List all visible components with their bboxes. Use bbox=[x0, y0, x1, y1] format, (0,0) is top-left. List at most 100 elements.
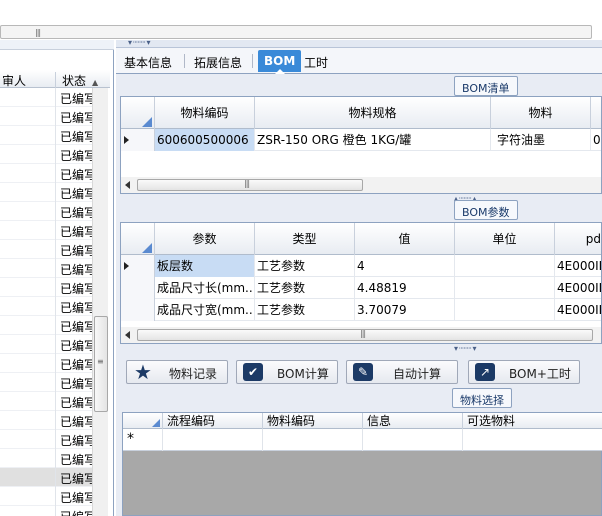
cell-status[interactable]: 已编写 bbox=[60, 432, 92, 449]
grid-corner[interactable] bbox=[123, 413, 163, 429]
column-header-optional-material[interactable]: 可选物料 bbox=[463, 413, 602, 429]
cell-reviewer[interactable] bbox=[0, 183, 56, 202]
cell-reviewer[interactable] bbox=[0, 278, 56, 297]
scrollbar-thumb[interactable]: ≡ bbox=[94, 316, 108, 412]
scrollbar-thumb[interactable]: ||| bbox=[137, 329, 593, 341]
cell-reviewer[interactable] bbox=[0, 373, 56, 392]
scroll-left-icon[interactable] bbox=[125, 331, 130, 339]
cell-status[interactable]: 已编写 bbox=[60, 185, 92, 202]
list-item[interactable]: 已编写 bbox=[0, 88, 92, 107]
table-row[interactable]: 成品尺寸宽(mm...工艺参数3.70079 4E000ILN bbox=[121, 299, 601, 321]
list-item[interactable]: 已编写 bbox=[0, 487, 92, 506]
cell-status[interactable]: 已编写 bbox=[60, 394, 92, 411]
cell-reviewer[interactable] bbox=[0, 126, 56, 145]
cell-reviewer[interactable] bbox=[0, 506, 56, 516]
cell-material-code[interactable] bbox=[263, 429, 363, 451]
cell-param[interactable]: 板层数 bbox=[155, 255, 255, 277]
top-splitter[interactable]: ▾ ········ ▾ bbox=[116, 38, 602, 48]
list-item[interactable]: 已编写 bbox=[0, 449, 92, 468]
column-header-material-code[interactable]: 物料编码 bbox=[263, 413, 363, 429]
cell-status[interactable]: 已编写 bbox=[60, 223, 92, 240]
cell-reviewer[interactable] bbox=[0, 221, 56, 240]
cell-reviewer[interactable] bbox=[0, 392, 56, 411]
cell-status[interactable]: 已编写 bbox=[60, 299, 92, 316]
grid-corner[interactable] bbox=[121, 97, 155, 129]
top-horizontal-scrollbar[interactable]: ||| bbox=[0, 25, 592, 39]
cell-reviewer[interactable] bbox=[0, 240, 56, 259]
cell-reviewer[interactable] bbox=[0, 259, 56, 278]
cell-info[interactable] bbox=[363, 429, 463, 451]
list-item[interactable]: 已编写 bbox=[0, 411, 92, 430]
column-header-info[interactable]: 信息 bbox=[363, 413, 463, 429]
column-header-reviewer[interactable]: 审人 bbox=[0, 72, 56, 88]
tab-bom[interactable]: BOM bbox=[258, 50, 302, 74]
cell-status[interactable]: 已编写 bbox=[60, 451, 92, 468]
list-item[interactable]: 已编写 bbox=[0, 221, 92, 240]
cell-value[interactable]: 4 bbox=[355, 255, 455, 277]
cell-status[interactable]: 已编写 bbox=[60, 261, 92, 278]
grid-corner[interactable] bbox=[121, 223, 155, 255]
list-item[interactable]: 已编写 bbox=[0, 316, 92, 335]
cell-unit[interactable] bbox=[455, 277, 555, 299]
table-row[interactable]: 成品尺寸长(mm...工艺参数4.48819 4E000ILN bbox=[121, 277, 601, 299]
cell-reviewer[interactable] bbox=[0, 449, 56, 468]
cell-reviewer[interactable] bbox=[0, 297, 56, 316]
cell-status[interactable]: 已编写 bbox=[60, 489, 92, 506]
cell-reviewer[interactable] bbox=[0, 335, 56, 354]
list-item[interactable]: 已编写 bbox=[0, 506, 92, 516]
list-item[interactable]: 已编写 bbox=[0, 107, 92, 126]
cell-status[interactable]: 已编写 bbox=[60, 166, 92, 183]
column-header-status[interactable]: 状态 ▲ bbox=[58, 72, 108, 88]
cell-reviewer[interactable] bbox=[0, 316, 56, 335]
cell-reviewer[interactable] bbox=[0, 88, 56, 107]
list-item[interactable]: 已编写 bbox=[0, 164, 92, 183]
bom-calc-button[interactable]: ✔ BOM计算 bbox=[236, 360, 338, 384]
table-row[interactable]: 600600500006 ZSR-150 ORG 橙色 1KG/罐 字符油墨 0… bbox=[121, 129, 601, 151]
cell-status[interactable]: 已编写 bbox=[60, 147, 92, 164]
cell-reviewer[interactable] bbox=[0, 202, 56, 221]
column-header-type[interactable]: 类型 bbox=[255, 223, 355, 255]
column-header-material-code[interactable]: 物料编码 bbox=[155, 97, 255, 129]
bom-params-hscrollbar[interactable]: ||| bbox=[121, 327, 601, 343]
cell-material-code[interactable]: 600600500006 bbox=[155, 129, 255, 151]
list-item[interactable]: 已编写 bbox=[0, 240, 92, 259]
cell-status[interactable]: 已编写 bbox=[60, 508, 92, 516]
cell-pd[interactable]: 4E000ILN bbox=[555, 299, 601, 321]
list-item[interactable]: 已编写 bbox=[0, 183, 92, 202]
tab-extended-info[interactable]: 拓展信息 bbox=[188, 50, 248, 72]
material-record-button[interactable]: ★ 物料记录 bbox=[126, 360, 228, 384]
column-header-process-code[interactable]: 流程编码 bbox=[163, 413, 263, 429]
cell-status[interactable]: 已编写 bbox=[60, 90, 92, 107]
row-indicator[interactable] bbox=[121, 277, 155, 299]
column-header-pd[interactable]: pd bbox=[555, 223, 601, 255]
cell-param[interactable]: 成品尺寸宽(mm... bbox=[155, 299, 255, 321]
tab-basic-info[interactable]: 基本信息 bbox=[118, 50, 178, 72]
row-indicator[interactable] bbox=[121, 299, 155, 321]
cell-process-code[interactable] bbox=[163, 429, 263, 451]
list-item[interactable]: 已编写 bbox=[0, 202, 92, 221]
row-indicator[interactable] bbox=[123, 429, 163, 451]
cell-type[interactable]: 工艺参数 bbox=[255, 255, 355, 277]
cell-status[interactable]: 已编写 bbox=[60, 204, 92, 221]
scroll-left-icon[interactable] bbox=[125, 181, 130, 189]
cell-param[interactable]: 成品尺寸长(mm... bbox=[155, 277, 255, 299]
cell-status[interactable]: 已编写 bbox=[60, 128, 92, 145]
cell-reviewer[interactable] bbox=[0, 107, 56, 126]
cell-unit[interactable] bbox=[455, 255, 555, 277]
column-header-unit[interactable]: 单位 bbox=[455, 223, 555, 255]
cell-status[interactable]: 已编写 bbox=[60, 318, 92, 335]
list-item[interactable]: 已编写 bbox=[0, 335, 92, 354]
row-indicator[interactable] bbox=[121, 255, 155, 277]
cell-extra[interactable]: 0. bbox=[591, 129, 601, 151]
column-header-material[interactable]: 物料 bbox=[491, 97, 591, 129]
list-item[interactable]: 已编写 bbox=[0, 392, 92, 411]
cell-reviewer[interactable] bbox=[0, 354, 56, 373]
row-indicator[interactable] bbox=[121, 129, 155, 151]
cell-status[interactable]: 已编写 bbox=[60, 375, 92, 392]
tab-labor-hours[interactable]: 工时 bbox=[298, 50, 334, 72]
cell-type[interactable]: 工艺参数 bbox=[255, 299, 355, 321]
cell-status[interactable]: 已编写 bbox=[60, 413, 92, 430]
cell-reviewer[interactable] bbox=[0, 164, 56, 183]
list-item[interactable]: 已编写 bbox=[0, 278, 92, 297]
cell-unit[interactable] bbox=[455, 299, 555, 321]
